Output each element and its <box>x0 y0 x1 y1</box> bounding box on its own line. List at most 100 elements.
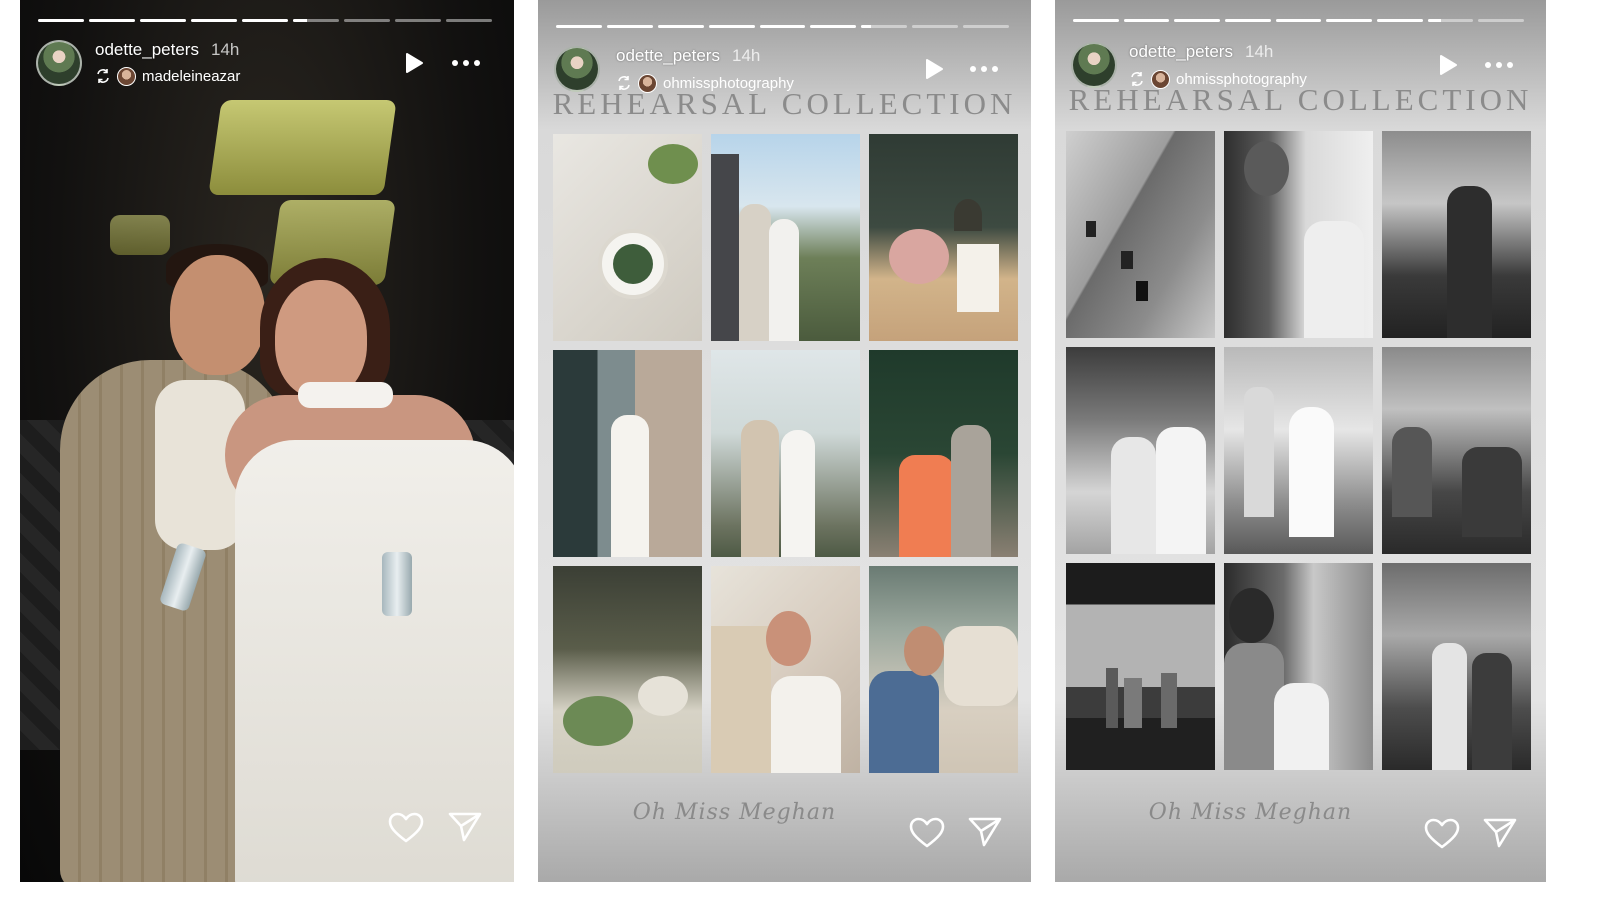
heart-icon[interactable] <box>1424 818 1460 850</box>
progress-segment <box>1275 19 1322 22</box>
signature: Oh Miss Meghan <box>1148 800 1353 825</box>
progress-segment <box>1427 19 1474 22</box>
photo-floral-bar <box>869 134 1018 341</box>
progress-segment <box>1326 19 1373 22</box>
progress-fill <box>708 25 755 28</box>
photo-first-dance-bw <box>1224 347 1373 554</box>
progress-fill <box>1174 19 1221 22</box>
progress-fill <box>38 19 84 22</box>
send-icon[interactable] <box>1482 817 1518 849</box>
username[interactable]: odette_peters <box>616 46 720 66</box>
progress-segment <box>1123 19 1170 22</box>
story-panel-1[interactable]: odette_peters 14h madeleineazar <box>20 0 514 882</box>
repost-username: madeleineazar <box>142 67 241 85</box>
progress-segment <box>708 25 755 28</box>
progress-segment <box>963 25 1010 28</box>
story-header: odette_peters 14h madeleineazar <box>36 38 498 88</box>
story-photo <box>20 0 514 882</box>
progress-segment <box>1377 19 1423 22</box>
photo-grid <box>1066 131 1532 770</box>
repost-attribution[interactable]: madeleineazar <box>95 65 240 87</box>
progress-fill <box>1427 19 1442 22</box>
progress-segment <box>556 25 602 28</box>
photo-couple-view-bw <box>1224 563 1373 770</box>
progress-fill <box>1377 19 1423 22</box>
photo-guests <box>869 350 1018 557</box>
play-icon[interactable] <box>924 58 944 80</box>
progress-fill <box>293 19 307 22</box>
photo-street-aerial <box>1066 131 1215 338</box>
photo-bride-window <box>553 350 702 557</box>
progress-segment <box>1073 19 1119 22</box>
progress-fill <box>140 19 186 22</box>
progress-segment <box>657 25 704 28</box>
progress-segment <box>1478 19 1525 22</box>
username[interactable]: odette_peters <box>1129 42 1233 62</box>
progress-segment <box>912 25 959 28</box>
photo-reception-bw <box>1382 347 1531 554</box>
progress-fill <box>1073 19 1119 22</box>
progress-segment <box>344 19 390 22</box>
progress-segment <box>810 25 857 28</box>
more-icon[interactable] <box>967 58 1001 80</box>
progress-segment <box>38 19 84 22</box>
photo-dinner-guests <box>869 566 1018 773</box>
progress-bar <box>38 19 492 22</box>
progress-fill <box>657 25 704 28</box>
progress-segment <box>861 25 908 28</box>
photo-couple-embrace <box>711 566 860 773</box>
more-icon[interactable] <box>449 52 483 74</box>
photo-bride-guests-bw <box>1066 347 1215 554</box>
photo-mingling-bw <box>1382 563 1531 770</box>
timestamp: 14h <box>732 46 761 65</box>
heart-icon[interactable] <box>909 817 945 849</box>
progress-fill <box>242 19 288 22</box>
progress-segment <box>191 19 237 22</box>
avatar[interactable] <box>36 40 82 86</box>
timestamp: 14h <box>211 40 240 59</box>
progress-segment <box>1225 19 1271 22</box>
progress-segment <box>606 25 653 28</box>
heart-icon[interactable] <box>388 812 424 844</box>
progress-fill <box>89 19 135 22</box>
progress-fill <box>1275 19 1322 22</box>
story-panel-3[interactable]: odette_peters 14h ohmissphotography REHE… <box>1055 0 1546 882</box>
progress-segment <box>759 25 806 28</box>
progress-segment <box>395 19 441 22</box>
photo-toast-bw <box>1382 131 1531 338</box>
signature: Oh Miss Meghan <box>632 800 837 825</box>
progress-fill <box>1123 19 1170 22</box>
repost-avatar <box>117 66 136 86</box>
photo-reception-tables <box>553 566 702 773</box>
progress-bar <box>556 25 1010 28</box>
photo-grid <box>553 134 1019 773</box>
progress-segment <box>242 19 288 22</box>
username[interactable]: odette_peters <box>95 40 199 60</box>
collection-title: REHEARSAL COLLECTION <box>552 86 1017 121</box>
more-icon[interactable] <box>1482 54 1516 76</box>
progress-segment <box>140 19 186 22</box>
photo-couple-dancing-bw <box>1224 131 1373 338</box>
progress-segment <box>89 19 135 22</box>
send-icon[interactable] <box>967 816 1003 848</box>
story-panel-2[interactable]: odette_peters 14h ohmissphotography REHE… <box>538 0 1031 882</box>
play-icon[interactable] <box>404 52 424 74</box>
progress-bar <box>1073 19 1525 22</box>
progress-segment <box>293 19 339 22</box>
photo-table-setting <box>553 134 702 341</box>
progress-fill <box>556 25 602 28</box>
send-icon[interactable] <box>447 811 483 843</box>
play-icon[interactable] <box>1438 54 1458 76</box>
collection-title: REHEARSAL COLLECTION <box>1068 82 1533 117</box>
progress-fill <box>1326 19 1373 22</box>
photo-skyline-bw <box>1066 563 1215 770</box>
progress-fill <box>861 25 871 28</box>
timestamp: 14h <box>1245 42 1274 61</box>
progress-segment <box>446 19 492 22</box>
photo-couple-terrace <box>711 350 860 557</box>
repost-icon <box>97 69 109 83</box>
progress-fill <box>1225 19 1271 22</box>
progress-segment <box>1174 19 1221 22</box>
progress-fill <box>606 25 653 28</box>
progress-fill <box>191 19 237 22</box>
